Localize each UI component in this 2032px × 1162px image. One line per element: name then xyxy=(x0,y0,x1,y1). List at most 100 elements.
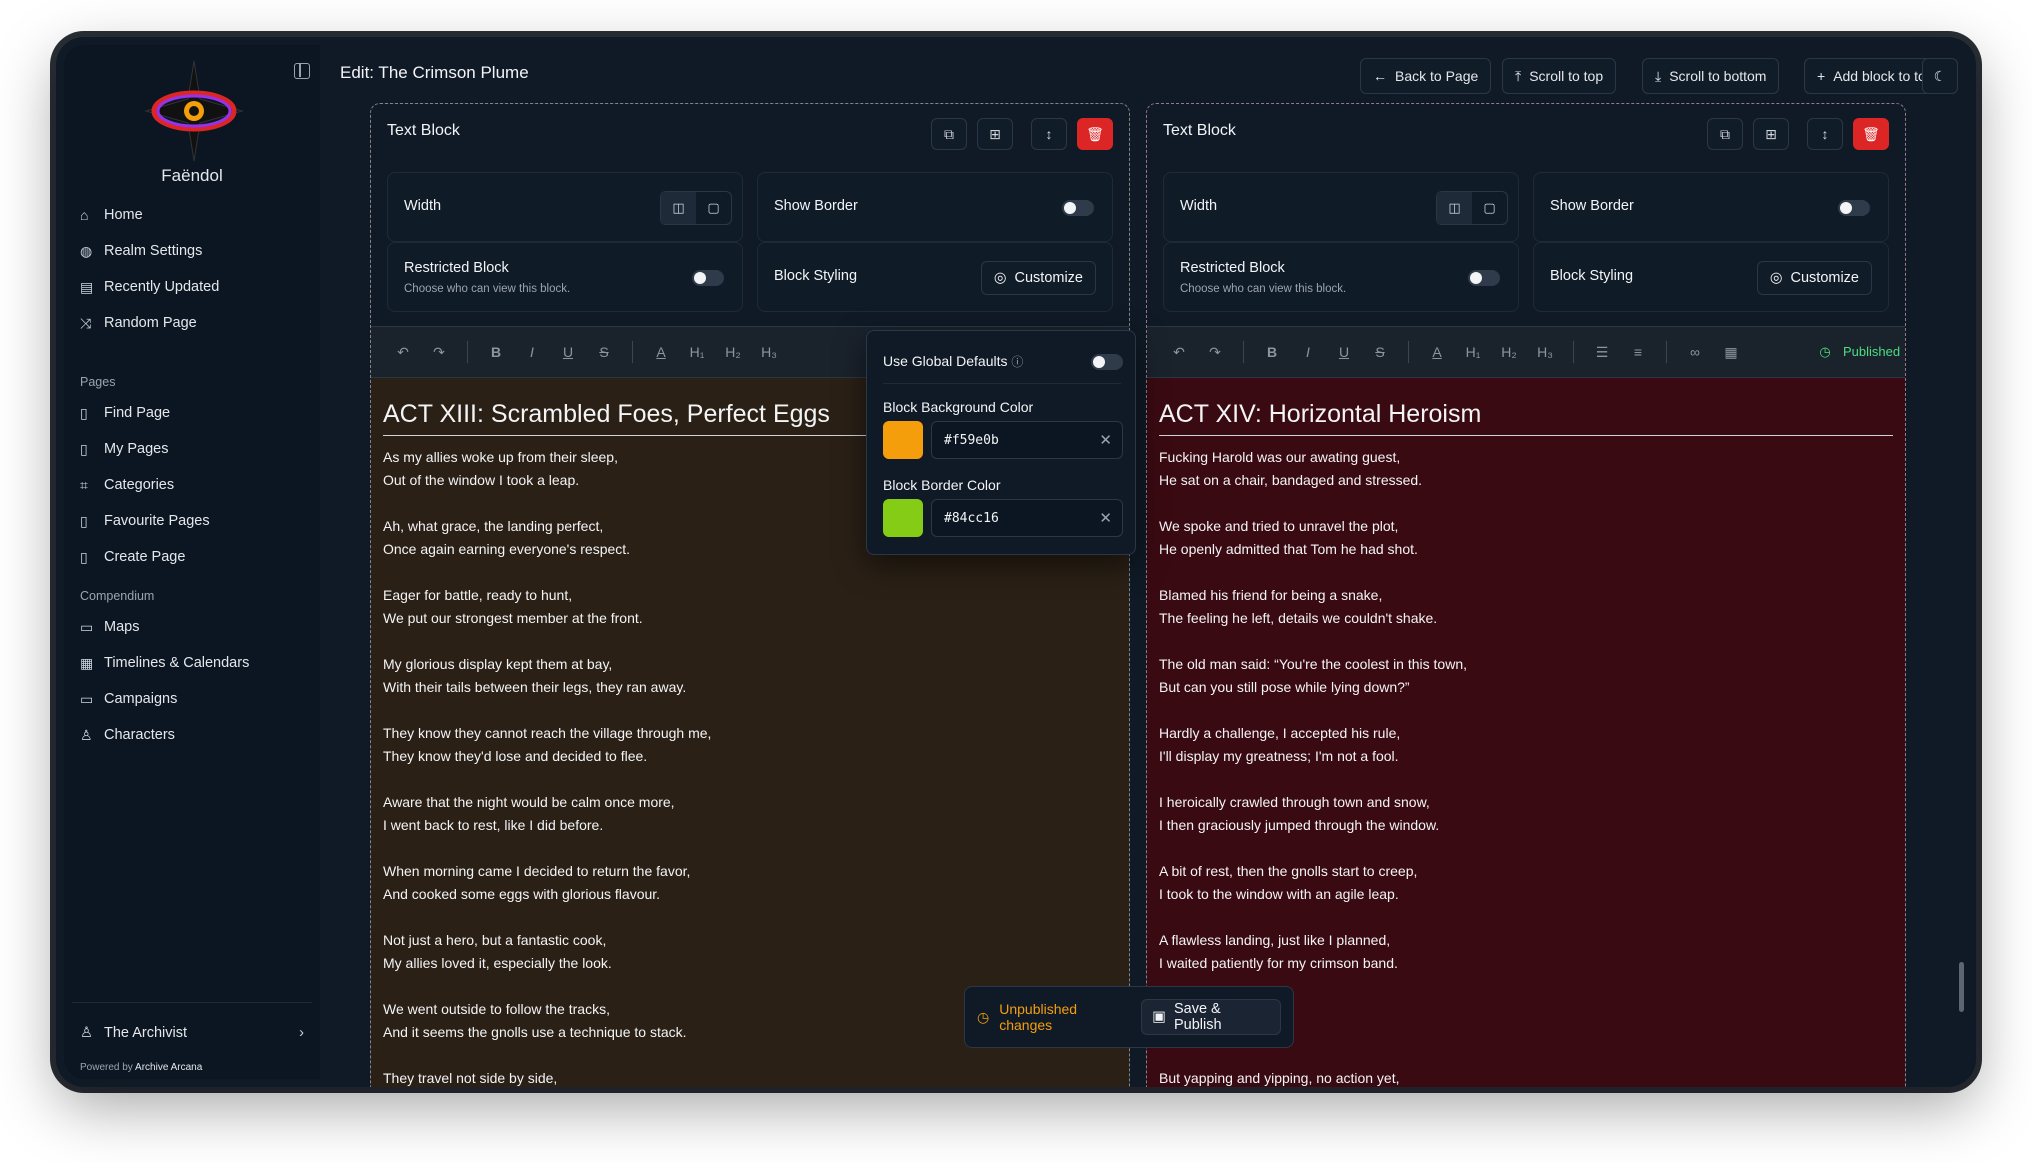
scroll-to-bottom-button[interactable]: ⤓ Scroll to bottom xyxy=(1642,58,1780,94)
poem-stanza: Aware that the night would be calm once … xyxy=(383,791,1117,837)
move-block-icon[interactable]: ↕ xyxy=(1031,118,1067,150)
scroll-to-top-button[interactable]: ⤒ Scroll to top xyxy=(1502,58,1617,94)
sidebar-item-realm-settings[interactable]: ◍ Realm Settings xyxy=(80,233,310,269)
sidebar-item-my-pages[interactable]: ▯ My Pages xyxy=(80,431,310,467)
show-border-toggle[interactable] xyxy=(1838,200,1870,216)
delete-block-icon[interactable]: 🗑 xyxy=(1853,118,1889,150)
bg-color-swatch[interactable] xyxy=(883,421,923,459)
show-border-toggle[interactable] xyxy=(1062,200,1094,216)
bg-color-input[interactable]: #f59e0b ✕ xyxy=(931,421,1123,459)
heading3-icon[interactable]: H₃ xyxy=(751,344,787,360)
sidebar-item-categories[interactable]: ⌗ Categories xyxy=(80,467,310,503)
restricted-toggle[interactable] xyxy=(1468,270,1500,286)
poem-line: We put our strongest member at the front… xyxy=(383,610,643,626)
poem-line: I waited patiently for my crimson band. xyxy=(1159,955,1398,971)
underline-icon[interactable]: U xyxy=(550,344,586,360)
back-to-page-button[interactable]: ← Back to Page xyxy=(1360,58,1492,94)
add-block-icon[interactable]: ⊞ xyxy=(977,118,1013,150)
clear-icon[interactable]: ✕ xyxy=(1099,431,1112,449)
info-icon[interactable]: ⓘ xyxy=(1011,355,1023,369)
width-full-icon[interactable]: ▢ xyxy=(1472,192,1507,224)
sidebar-item-home[interactable]: ⌂ Home xyxy=(80,197,310,233)
width-half-icon[interactable]: ◫ xyxy=(661,192,696,224)
italic-icon[interactable]: I xyxy=(1290,344,1326,360)
heading3-icon[interactable]: H₃ xyxy=(1527,344,1563,360)
use-global-defaults-toggle[interactable] xyxy=(1091,354,1123,370)
delete-block-icon[interactable]: 🗑 xyxy=(1077,118,1113,150)
width-selector[interactable]: ◫ ▢ xyxy=(660,191,732,225)
text-color-icon[interactable]: A xyxy=(643,344,679,360)
arrow-left-icon: ← xyxy=(1373,68,1387,84)
restricted-toggle[interactable] xyxy=(692,270,724,286)
poem-stanza: My glorious display kept them at bay, Wit… xyxy=(383,653,1117,699)
move-block-icon[interactable]: ↕ xyxy=(1807,118,1843,150)
save-publish-button[interactable]: ▣ Save & Publish xyxy=(1141,999,1281,1035)
user-icon: ♙ xyxy=(80,1025,93,1041)
duplicate-block-icon[interactable]: ⧉ xyxy=(1707,118,1743,150)
heading1-icon[interactable]: H₁ xyxy=(1455,344,1491,360)
restricted-setting: Restricted Block Choose who can view thi… xyxy=(387,242,743,312)
editor-toolbar: ↶ ↷ BIUS A H₁ H₂ H₃ ☰ ≡ ∞ ▦ ◷ Published xyxy=(1147,326,1905,378)
undo-icon[interactable]: ↶ xyxy=(385,344,421,361)
sidebar-item-maps[interactable]: ▭ Maps xyxy=(80,609,310,645)
add-block-icon[interactable]: ⊞ xyxy=(1753,118,1789,150)
customize-button[interactable]: ◎ Customize xyxy=(1756,261,1872,295)
duplicate-block-icon[interactable]: ⧉ xyxy=(931,118,967,150)
bg-color-label: Block Background Color xyxy=(883,399,1034,415)
file-search-icon: ▯ xyxy=(80,404,88,421)
link-icon[interactable]: ∞ xyxy=(1677,344,1713,360)
poem-line: And cooked some eggs with glorious flavo… xyxy=(383,886,661,902)
heading2-icon[interactable]: H₂ xyxy=(1491,344,1527,360)
palette-icon: ◎ xyxy=(993,270,1007,286)
border-color-swatch[interactable] xyxy=(883,499,923,537)
calendar-icon[interactable]: ▦ xyxy=(1713,344,1749,361)
sidebar-collapse-icon[interactable] xyxy=(294,63,310,79)
strikethrough-icon[interactable]: S xyxy=(1362,344,1398,360)
use-global-defaults-label: Use Global Defaults ⓘ xyxy=(883,353,1024,369)
powered-by-link[interactable]: Archive Arcana xyxy=(135,1062,202,1073)
section-title-pages: Pages xyxy=(80,375,116,389)
undo-icon[interactable]: ↶ xyxy=(1161,344,1197,361)
bullet-list-icon[interactable]: ☰ xyxy=(1584,344,1620,361)
sidebar-item-random-page[interactable]: ⤨ Random Page xyxy=(80,305,310,341)
width-half-icon[interactable]: ◫ xyxy=(1437,192,1472,224)
sidebar-item-recently-updated[interactable]: ▤ Recently Updated xyxy=(80,269,310,305)
poem-line: A bit of rest, then the gnolls start to … xyxy=(1159,863,1418,879)
sidebar-item-characters[interactable]: ♙ Characters xyxy=(80,717,310,753)
width-selector[interactable]: ◫ ▢ xyxy=(1436,191,1508,225)
sidebar-item-timelines[interactable]: ▦ Timelines & Calendars xyxy=(80,645,310,681)
poem-line: With their tails between their legs, the… xyxy=(383,679,687,695)
sidebar-item-campaigns[interactable]: ▭ Campaigns xyxy=(80,681,310,717)
text-color-icon[interactable]: A xyxy=(1419,344,1455,360)
width-full-icon[interactable]: ▢ xyxy=(696,192,731,224)
numbered-list-icon[interactable]: ≡ xyxy=(1620,344,1656,360)
theme-toggle-button[interactable]: ☾ xyxy=(1922,58,1958,94)
user-menu[interactable]: ♙ The Archivist › xyxy=(80,1015,304,1051)
scrollbar-thumb[interactable] xyxy=(1959,962,1964,1012)
realm-logo-icon[interactable] xyxy=(142,59,246,163)
underline-icon[interactable]: U xyxy=(1326,344,1362,360)
border-color-input[interactable]: #84cc16 ✕ xyxy=(931,499,1123,537)
block-content[interactable]: ACT XIV: Horizontal Heroism Fucking Haro… xyxy=(1147,378,1905,1087)
customize-button[interactable]: ◎ Customize xyxy=(980,261,1096,295)
width-setting: Width ◫ ▢ xyxy=(387,172,743,242)
clear-icon[interactable]: ✕ xyxy=(1099,509,1112,527)
pages-nav: Pages ▯ Find Page ▯ My Pages ⌗ Categories ▯… xyxy=(80,375,310,575)
page-title: Edit: The Crimson Plume xyxy=(340,63,529,82)
border-color-label: Block Border Color xyxy=(883,477,1001,493)
heading1-icon[interactable]: H₁ xyxy=(679,344,715,360)
redo-icon[interactable]: ↷ xyxy=(421,344,457,361)
sidebar-item-create-page[interactable]: ▯ Create Page xyxy=(80,539,310,575)
redo-icon[interactable]: ↷ xyxy=(1197,344,1233,361)
heading2-icon[interactable]: H₂ xyxy=(715,344,751,360)
bold-icon[interactable]: B xyxy=(478,344,514,360)
sidebar-item-find-page[interactable]: ▯ Find Page xyxy=(80,395,310,431)
sidebar-item-favourite-pages[interactable]: ▯ Favourite Pages xyxy=(80,503,310,539)
strikethrough-icon[interactable]: S xyxy=(586,344,622,360)
restricted-setting: Restricted Block Choose who can view thi… xyxy=(1163,242,1519,312)
text-block-2: Text Block ⧉ ⊞ ↕ 🗑 Width ◫ ▢ Show Border… xyxy=(1146,103,1906,1087)
unpublished-status: Unpublished changes xyxy=(999,1001,1078,1033)
bold-icon[interactable]: B xyxy=(1254,344,1290,360)
block-header: Text Block ⧉ ⊞ ↕ 🗑 Width ◫ ▢ Show Border… xyxy=(1147,104,1905,326)
italic-icon[interactable]: I xyxy=(514,344,550,360)
